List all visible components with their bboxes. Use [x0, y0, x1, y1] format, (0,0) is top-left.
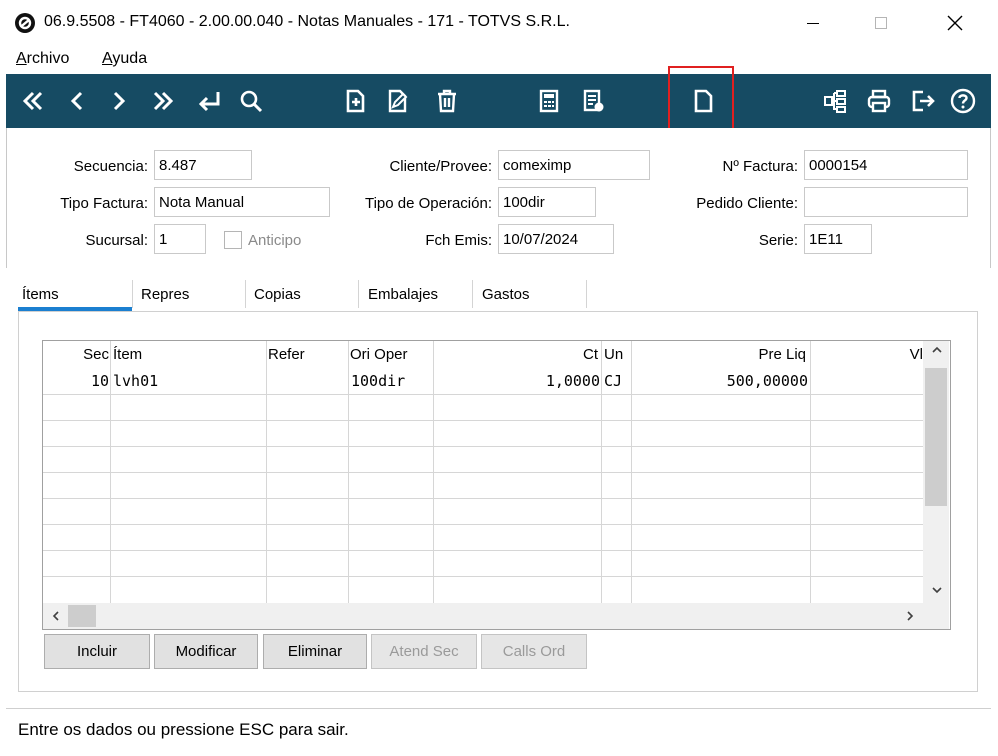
tab-separator — [472, 280, 473, 308]
print-icon[interactable] — [862, 74, 896, 128]
menu-archivo[interactable]: Archivo — [16, 50, 69, 68]
cell-sec[interactable]: 10 — [43, 372, 109, 390]
status-message: Entre os dados ou pressione ESC para sai… — [18, 720, 349, 739]
tab-separator — [358, 280, 359, 308]
exit-icon[interactable] — [906, 74, 940, 128]
column-header-ct[interactable]: Ct — [435, 341, 598, 368]
horizontal-scroll-thumb[interactable] — [68, 605, 96, 627]
scroll-down-icon[interactable] — [931, 584, 943, 599]
anticipo-label: Anticipo — [248, 232, 302, 249]
tab-repres[interactable]: Repres — [141, 278, 189, 312]
report-icon[interactable] — [576, 74, 610, 128]
maximize-button[interactable] — [858, 8, 904, 38]
previous-record-icon[interactable] — [60, 74, 94, 128]
column-header-un[interactable]: Un — [604, 341, 623, 368]
fch-emis-label: Fch Emis: — [425, 232, 492, 249]
cliente-label: Cliente/Provee: — [389, 158, 492, 175]
tab-gastos[interactable]: Gastos — [482, 278, 530, 312]
column-header-pre-liq[interactable]: Pre Liq — [633, 341, 806, 368]
secuencia-field[interactable]: 8.487 — [154, 150, 252, 180]
tipo-factura-label: Tipo Factura: — [60, 195, 148, 212]
pedido-cliente-field[interactable] — [804, 187, 968, 217]
next-record-icon[interactable] — [102, 74, 136, 128]
menu-bar: Archivo Ayuda — [0, 46, 998, 74]
minimize-icon — [807, 23, 819, 24]
search-icon[interactable] — [234, 74, 268, 128]
new-record-icon[interactable] — [338, 74, 372, 128]
horizontal-scrollbar[interactable] — [43, 603, 949, 629]
sucursal-label: Sucursal: — [85, 232, 148, 249]
edit-record-icon[interactable] — [380, 74, 414, 128]
tab-separator — [245, 280, 246, 308]
column-header-ori-oper[interactable]: Ori Oper — [350, 341, 408, 368]
tab-bar: Ítems Repres Copias Embalajes Gastos — [18, 278, 978, 312]
pedido-cliente-label: Pedido Cliente: — [696, 195, 798, 212]
tab-separator — [586, 280, 587, 308]
cell-item[interactable]: lvh01 — [113, 372, 158, 390]
vertical-scroll-thumb[interactable] — [925, 368, 947, 506]
first-record-icon[interactable] — [16, 74, 50, 128]
scroll-up-icon[interactable] — [931, 344, 943, 359]
cell-un[interactable]: CJ — [604, 372, 622, 390]
modificar-button[interactable]: Modificar — [154, 634, 258, 669]
goto-icon[interactable] — [192, 74, 226, 128]
column-header-vl[interactable]: Vl — [811, 341, 923, 368]
scroll-right-icon[interactable] — [904, 610, 916, 625]
column-header-refer[interactable]: Refer — [268, 341, 305, 368]
secuencia-label: Secuencia: — [73, 158, 148, 175]
tipo-factura-field[interactable]: Nota Manual — [154, 187, 330, 217]
last-record-icon[interactable] — [146, 74, 180, 128]
nro-factura-field[interactable]: 0000154 — [804, 150, 968, 180]
title-bar: 06.9.5508 - FT4060 - 2.00.00.040 - Notas… — [0, 0, 998, 46]
highlight-rectangle — [668, 66, 734, 136]
minimize-button[interactable] — [790, 8, 836, 38]
items-grid[interactable]: Sec Ítem Refer Ori Oper Ct Un Pre Liq Vl… — [42, 340, 951, 630]
column-header-sec[interactable]: Sec — [43, 341, 109, 368]
tab-separator — [132, 280, 133, 308]
serie-field[interactable]: 1E11 — [804, 224, 872, 254]
cell-ori-oper[interactable]: 100dir — [351, 372, 405, 390]
incluir-button[interactable]: Incluir — [44, 634, 150, 669]
close-icon — [947, 15, 963, 31]
column-header-item[interactable]: Ítem — [113, 341, 142, 368]
tab-embalajes[interactable]: Embalajes — [368, 278, 438, 312]
eliminar-button[interactable]: Eliminar — [263, 634, 367, 669]
close-button[interactable] — [932, 8, 978, 38]
maximize-icon — [875, 17, 887, 29]
scroll-left-icon[interactable] — [50, 610, 62, 625]
atend-sec-button[interactable]: Atend Sec — [371, 634, 477, 669]
calls-ord-button[interactable]: Calls Ord — [481, 634, 587, 669]
app-logo-icon — [14, 12, 36, 34]
serie-label: Serie: — [758, 232, 798, 249]
tab-copias[interactable]: Copias — [254, 278, 301, 312]
delete-record-icon[interactable] — [430, 74, 464, 128]
tipo-operacion-label: Tipo de Operación: — [364, 195, 492, 212]
window-title: 06.9.5508 - FT4060 - 2.00.00.040 - Notas… — [44, 13, 570, 30]
tree-structure-icon[interactable] — [818, 74, 852, 128]
anticipo-checkbox[interactable] — [224, 231, 242, 249]
help-icon[interactable] — [946, 74, 980, 128]
cell-pre-liq[interactable]: 500,00000 — [633, 372, 808, 390]
calculator-icon[interactable] — [532, 74, 566, 128]
cell-ct[interactable]: 1,0000 — [435, 372, 600, 390]
menu-ayuda[interactable]: Ayuda — [102, 50, 147, 68]
fch-emis-field[interactable]: 10/07/2024 — [498, 224, 614, 254]
sucursal-field[interactable]: 1 — [154, 224, 206, 254]
nro-factura-label: Nº Factura: — [722, 158, 799, 175]
toolbar — [6, 74, 991, 128]
cliente-field[interactable]: comeximp — [498, 150, 650, 180]
tipo-operacion-field[interactable]: 100dir — [498, 187, 596, 217]
status-separator — [6, 708, 991, 709]
